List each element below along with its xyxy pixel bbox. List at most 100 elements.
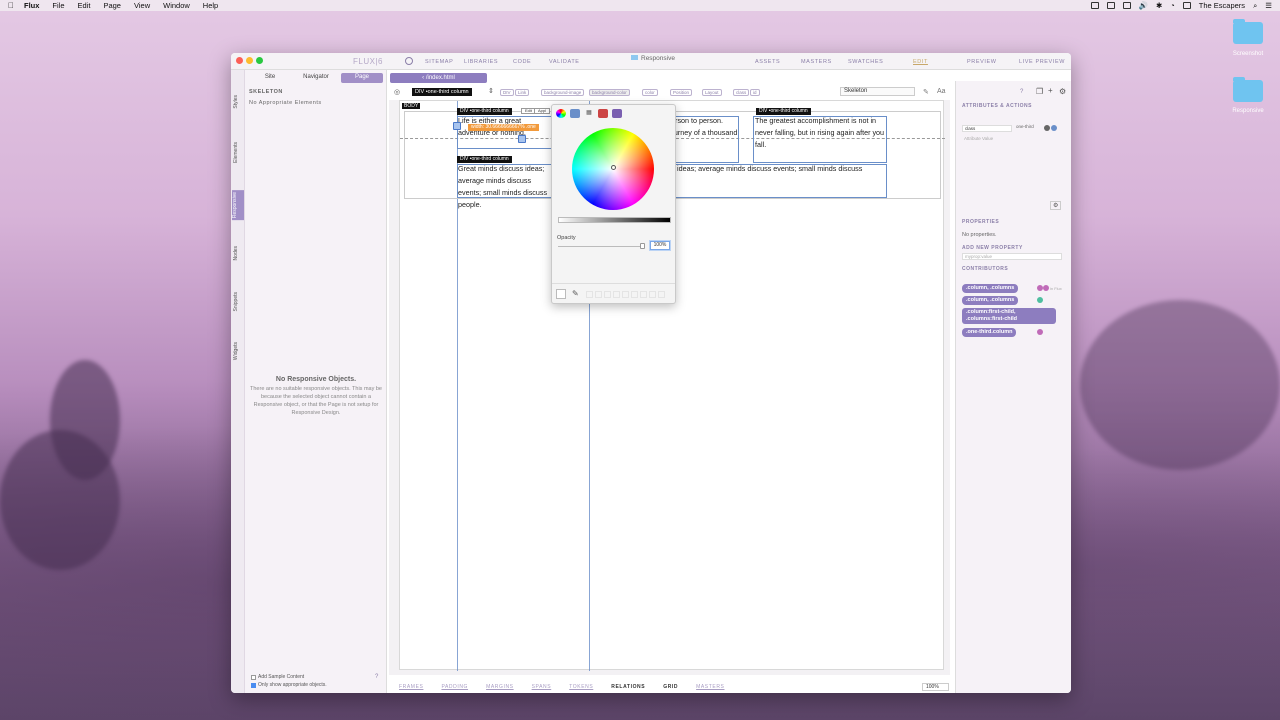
contributor-pill[interactable]: .one-third.column [962,328,1017,337]
resize-handle[interactable] [518,135,526,143]
side-tab-nodes[interactable]: Nodes [233,246,243,260]
contributor-pill[interactable]: .column, .columns [962,296,1019,305]
help-icon[interactable]: ? [375,674,378,680]
status-relations[interactable]: RELATIONS [611,684,645,690]
image-palette-icon[interactable] [598,109,608,118]
nav-live-preview[interactable]: LIVE PREVIEW [1019,59,1065,65]
status-tokens[interactable]: TOKENS [569,684,593,690]
target-icon[interactable]: ◎ [394,88,400,96]
status-margins[interactable]: MARGINS [486,684,514,690]
nav-masters[interactable]: MASTERS [801,59,832,65]
swatch-slot[interactable] [613,291,620,298]
tool-div[interactable]: DIV [500,89,514,96]
crayons-icon[interactable] [612,109,622,118]
minimize-button[interactable] [246,57,253,64]
appropriate-objects-row[interactable]: Only show appropriate objects. [251,682,327,688]
stepper-icon[interactable]: ⇕ [488,87,494,95]
contributor-dot[interactable] [1037,297,1043,303]
resize-handle[interactable] [453,122,461,130]
selected-element-label[interactable]: DIV •one-third column [412,88,472,96]
bluetooth-icon[interactable]: ✱ [1156,1,1162,10]
status-icon[interactable] [1122,2,1131,9]
tool-position[interactable]: Position [670,89,693,96]
opacity-slider[interactable] [558,246,643,247]
search-icon[interactable]: ⌕ [1253,1,1257,11]
column-text-2[interactable]: Do not wait for leaders; do it alone, pe… [676,115,738,151]
status-spans[interactable]: SPANS [532,684,552,690]
swatch-slot[interactable] [631,291,638,298]
swatch-slot[interactable] [604,291,611,298]
row2-text-b[interactable]: ideas; average minds discuss events; sma… [677,163,877,175]
folder-icon[interactable] [1233,77,1263,102]
swatch-slot[interactable] [622,291,629,298]
swatch-slot[interactable] [640,291,647,298]
status-icon[interactable] [1090,2,1099,9]
tool-background-image[interactable]: background-image [541,89,585,96]
info-icon[interactable] [1051,125,1057,131]
contributor-pill[interactable]: .column, .columns [962,284,1019,293]
property-input[interactable]: myprop:value [962,253,1062,260]
menu-edit[interactable]: Edit [78,1,91,10]
zoom-button[interactable] [256,57,263,64]
swatch-slot[interactable] [595,291,602,298]
attribute-key-select[interactable]: class [962,125,1012,132]
sample-content-checkbox[interactable] [251,674,256,680]
close-button[interactable] [236,57,243,64]
color-picker-popover[interactable]: ▦ Opacity 100% ✎ [551,104,676,304]
attribute-value[interactable]: one-third [1016,124,1034,129]
nav-code[interactable]: CODE [513,59,531,65]
framework-select[interactable]: Skeleton [840,87,915,96]
swatch-slot[interactable] [586,291,593,298]
menu-file[interactable]: File [52,1,64,10]
add-icon[interactable]: + [1048,86,1053,95]
tool-class[interactable]: class [733,89,750,96]
status-grid[interactable]: GRID [663,684,678,690]
current-color-swatch[interactable] [556,289,566,299]
status-padding[interactable]: PADDING [441,684,468,690]
swatch-slot[interactable] [649,291,656,298]
status-frames[interactable]: FRAMES [399,684,423,690]
tab-navigator[interactable]: Navigator [295,73,337,83]
color-wheel-icon[interactable] [556,109,566,118]
tool-background-color[interactable]: background-color [589,89,630,96]
volume-icon[interactable]: 🔊 [1139,1,1148,10]
status-masters[interactable]: MASTERS [696,684,724,690]
appropriate-objects-checkbox[interactable] [251,682,256,688]
gear-icon[interactable]: ⚙ [1059,87,1066,96]
edit-icon[interactable]: ✎ [923,88,929,96]
nav-assets[interactable]: ASSETS [755,59,780,65]
tool-layout[interactable]: Layout [702,89,722,96]
sliders-icon[interactable] [570,109,580,118]
contributor-dot[interactable] [1037,329,1043,335]
menu-page[interactable]: Page [103,1,121,10]
nav-validate[interactable]: VALIDATE [549,59,580,65]
status-icon[interactable] [1106,2,1115,9]
side-tab-responsive[interactable]: Responsive [232,190,244,221]
sample-content-row[interactable]: Add Sample Content [251,674,304,680]
apple-icon[interactable]:  [8,1,18,10]
wifi-icon[interactable]: ◔ [1170,1,1175,10]
apply-button[interactable]: Appl [534,108,551,114]
document-tab[interactable]: ‹ /index.html [390,73,487,83]
palette-icon[interactable]: ▦ [584,109,594,118]
nav-edit[interactable]: EDIT [913,59,928,65]
settings-menu-icon[interactable]: ⚙ [1050,201,1062,210]
new-doc-icon[interactable]: ❐ [1036,87,1043,96]
row2-text[interactable]: Great minds discuss ideas; average minds… [458,163,551,211]
swatch-slot[interactable] [658,291,665,298]
list-icon[interactable]: ☰ [1265,1,1272,10]
eyedropper-icon[interactable]: ✎ [572,289,579,298]
body-tag[interactable]: BODY [402,103,421,109]
battery-icon[interactable] [1182,2,1191,9]
menu-view[interactable]: View [134,1,150,10]
folder-icon[interactable] [1233,19,1263,44]
nav-libraries[interactable]: LIBRARIES [464,59,498,65]
tab-site[interactable]: Site [249,73,291,83]
tool-color[interactable]: color [642,89,658,96]
globe-icon[interactable] [405,57,413,65]
column-tag[interactable]: DIV •one-third column [457,156,512,163]
column-text-3[interactable]: The greatest accomplishment is not in ne… [755,115,887,151]
tool-id[interactable]: id [750,89,760,96]
side-tab-styles[interactable]: Styles [233,95,243,109]
menu-app[interactable]: Flux [24,1,39,10]
